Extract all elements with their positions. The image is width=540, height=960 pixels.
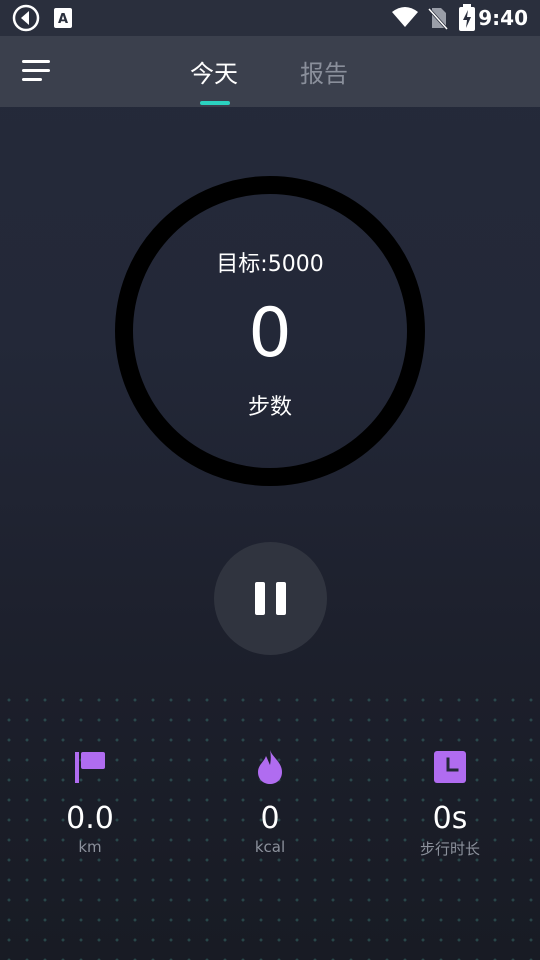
keyboard-icon: A [54, 8, 72, 28]
duration-unit: 步行时长 [419, 840, 480, 858]
hamburger-menu-icon[interactable] [22, 58, 50, 84]
svg-text:A: A [58, 12, 68, 27]
status-bar: A 9:40 [0, 0, 540, 36]
duration-value: 0s [432, 801, 468, 836]
tab-today[interactable]: 今天 [190, 54, 238, 89]
flag-icon [75, 752, 105, 783]
step-count-label: 步数 [247, 395, 292, 420]
flame-icon [258, 750, 282, 784]
tab-report[interactable]: 报告 [300, 54, 348, 89]
distance-value: 0.0 [66, 801, 114, 836]
no-sim-icon [428, 7, 448, 30]
wifi-icon [392, 7, 418, 27]
status-time: 9:40 [478, 6, 528, 30]
battery-charging-icon [459, 4, 475, 31]
calories-value: 0 [260, 801, 280, 836]
stat-distance: 0.0 km [15, 748, 165, 856]
step-count: 0 [248, 294, 292, 373]
app-header: 今天 报告 [0, 36, 540, 107]
active-tab-indicator [200, 101, 230, 105]
step-goal: 目标:5000 [216, 252, 324, 277]
pause-button[interactable] [214, 542, 327, 655]
distance-unit: km [78, 838, 102, 856]
clock-icon [434, 751, 466, 783]
stat-calories: 0 kcal [195, 748, 345, 856]
app-icon [12, 4, 40, 32]
stat-walk-duration: 0s 步行时长 [375, 748, 525, 859]
calories-unit: kcal [254, 838, 286, 856]
